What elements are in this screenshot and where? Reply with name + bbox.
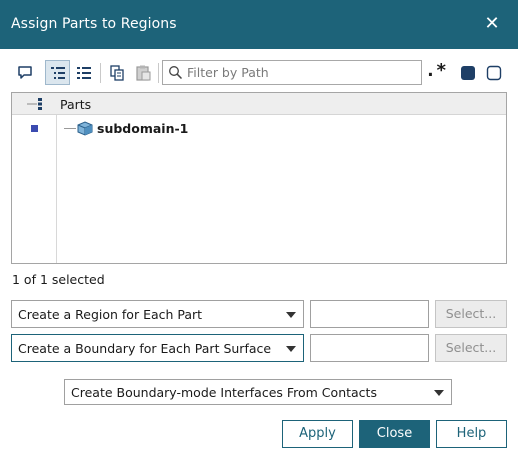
interface-mode-dropdown[interactable]: Create Boundary-mode Interfaces From Con… — [64, 379, 452, 405]
copy-icon[interactable] — [104, 60, 129, 85]
parts-column-header: Parts — [60, 97, 92, 112]
boundary-mode-value: Create a Boundary for Each Part Surface — [18, 341, 272, 356]
tree-header: Parts — [12, 93, 506, 115]
parts-tree: Parts subdomain-1 — [11, 92, 507, 264]
boundary-mode-dropdown[interactable]: Create a Boundary for Each Part Surface — [11, 334, 304, 362]
select-all-icon[interactable] — [455, 60, 480, 85]
tree-view-icon[interactable] — [45, 60, 70, 85]
selection-column-icon[interactable] — [27, 97, 45, 114]
paste-icon[interactable] — [130, 60, 155, 85]
chevron-down-icon — [286, 346, 296, 352]
apply-button[interactable]: Apply — [282, 420, 353, 448]
part-label: subdomain-1 — [97, 121, 189, 136]
deselect-all-icon[interactable] — [481, 60, 506, 85]
filter-field[interactable] — [162, 60, 422, 85]
selected-marker[interactable] — [31, 125, 38, 132]
toolbar-separator — [100, 63, 101, 83]
list-view-icon[interactable] — [71, 60, 96, 85]
help-button[interactable]: Help — [436, 420, 507, 448]
regex-icon[interactable]: .* — [425, 58, 447, 84]
region-mode-value: Create a Region for Each Part — [18, 307, 203, 322]
close-button[interactable]: Close — [359, 420, 430, 448]
selection-status: 1 of 1 selected — [12, 272, 105, 287]
chevron-down-icon — [434, 390, 444, 396]
close-icon[interactable]: ✕ — [482, 13, 502, 35]
filter-input[interactable] — [187, 63, 415, 82]
comment-icon[interactable] — [12, 60, 37, 85]
region-select-button[interactable]: Select... — [435, 300, 507, 328]
region-name-field[interactable] — [310, 300, 429, 328]
region-mode-dropdown[interactable]: Create a Region for Each Part — [11, 300, 304, 328]
toolbar-separator — [158, 63, 159, 83]
interface-mode-value: Create Boundary-mode Interfaces From Con… — [71, 385, 377, 400]
tree-row[interactable]: subdomain-1 — [12, 119, 506, 139]
boundary-select-button[interactable]: Select... — [435, 334, 507, 362]
part-icon — [75, 119, 95, 140]
chevron-down-icon — [286, 312, 296, 318]
search-icon — [168, 65, 183, 83]
boundary-name-field[interactable] — [310, 334, 429, 362]
window-title: Assign Parts to Regions — [11, 16, 177, 32]
title-bar: Assign Parts to Regions ✕ — [0, 0, 518, 49]
